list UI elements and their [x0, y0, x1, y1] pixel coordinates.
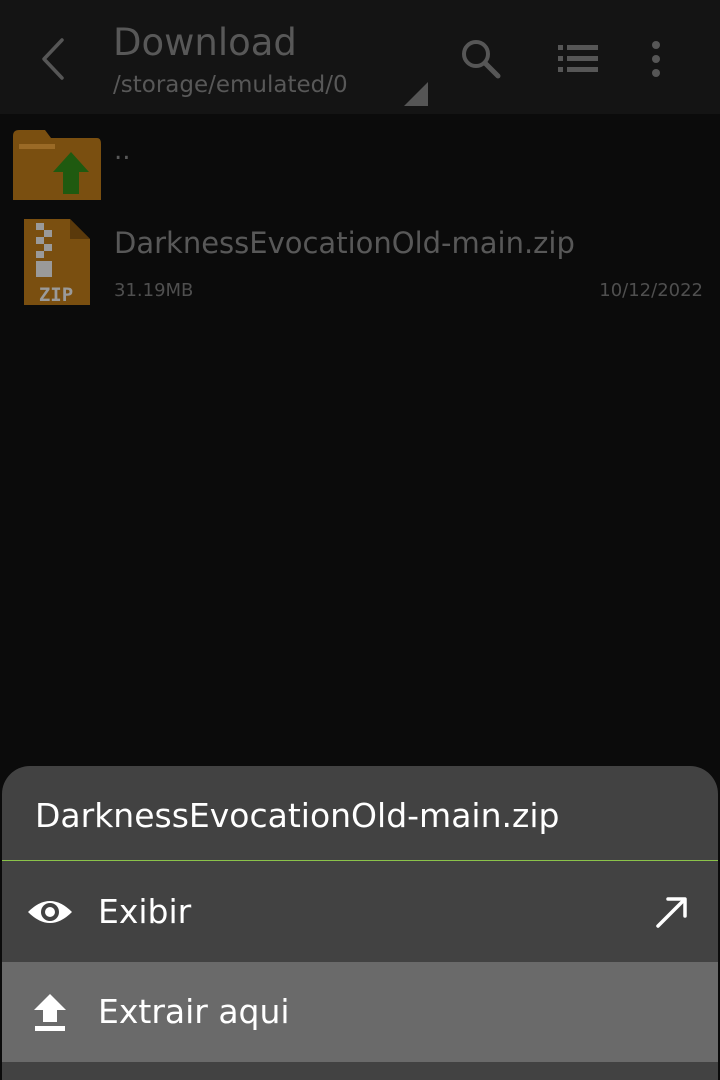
menu-item-extract-label: Extrair aqui [98, 992, 290, 1031]
eye-icon [28, 901, 72, 923]
file-name: DarknessEvocationOld-main.zip [114, 226, 575, 260]
file-size: 31.19MB [114, 280, 194, 301]
parent-folder-label: .. [114, 136, 131, 166]
open-external-icon[interactable] [654, 894, 690, 930]
sheet-title: DarknessEvocationOld-main.zip [35, 796, 560, 835]
menu-item-view[interactable]: Exibir [2, 862, 718, 962]
parent-folder-row[interactable]: .. [0, 120, 720, 208]
menu-item-extract-here[interactable]: Extrair aqui [2, 962, 718, 1062]
list-item[interactable]: ZIP DarknessEvocationOld-main.zip 31.19M… [0, 210, 720, 314]
file-date: 10/12/2022 [599, 280, 703, 301]
folder-title: Download [113, 21, 297, 64]
sheet-divider [2, 860, 718, 861]
zip-icon-text: ZIP [39, 284, 73, 306]
zip-file-icon: ZIP [24, 219, 90, 306]
back-button[interactable] [26, 28, 82, 90]
extract-upload-icon [34, 994, 66, 1031]
bottom-sheet: DarknessEvocationOld-main.zip Exibir Ext… [2, 766, 718, 1080]
menu-item-view-label: Exibir [98, 892, 192, 931]
list-view-icon [558, 45, 598, 72]
folder-path[interactable]: /storage/emulated/0 [113, 72, 348, 98]
back-icon [42, 38, 64, 80]
app-bar: Download /storage/emulated/0 [0, 0, 720, 114]
more-options-button[interactable] [640, 36, 672, 82]
search-icon [462, 40, 501, 79]
search-button[interactable] [458, 36, 504, 82]
folder-up-icon [13, 130, 101, 200]
screen: Download /storage/emulated/0 .. ZIP Dark… [0, 0, 720, 1080]
more-vert-icon [652, 41, 660, 77]
list-view-button[interactable] [556, 42, 600, 76]
path-dropdown-button[interactable] [404, 82, 428, 106]
dropdown-triangle-icon [404, 82, 428, 106]
